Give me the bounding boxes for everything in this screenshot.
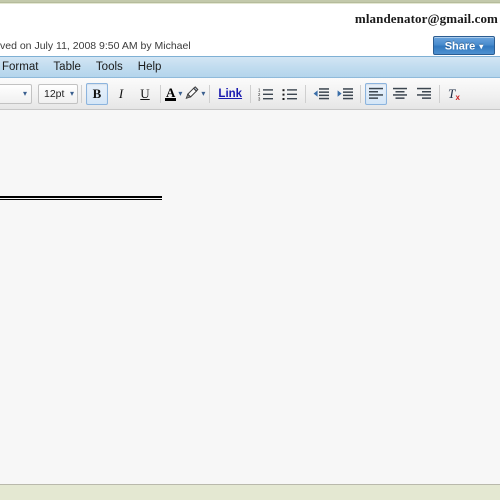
menu-item-help[interactable]: Help xyxy=(134,59,173,75)
document-canvas[interactable] xyxy=(0,110,500,485)
window-top-strip xyxy=(0,0,500,3)
google-docs-editor-window: mlandenator@gmail.com ved on July 11, 20… xyxy=(0,0,500,500)
underline-icon: U xyxy=(140,86,150,101)
indent-icon xyxy=(337,87,354,101)
outdent-icon xyxy=(313,87,330,101)
chevron-down-icon: ▾ xyxy=(201,89,206,98)
chevron-down-icon: ▾ xyxy=(22,89,27,98)
align-right-button[interactable] xyxy=(413,83,435,105)
underline-button[interactable]: U xyxy=(134,83,156,105)
align-center-icon xyxy=(392,87,408,100)
toolbar-separator xyxy=(250,84,252,103)
bulleted-list-button[interactable] xyxy=(279,83,301,105)
numbered-list-button[interactable]: 1 2 3 xyxy=(255,83,277,105)
highlight-color-button[interactable]: ▾ xyxy=(183,83,206,105)
text-color-button[interactable]: A ▾ xyxy=(164,83,183,105)
remove-formatting-button[interactable]: T x xyxy=(444,83,466,105)
toolbar-separator xyxy=(160,84,161,103)
italic-icon: I xyxy=(118,86,124,101)
indent-button[interactable] xyxy=(334,83,356,105)
chevron-down-icon: ▾ xyxy=(178,89,183,98)
chevron-down-icon: ▾ xyxy=(479,42,484,51)
numbered-list-icon: 1 2 3 xyxy=(258,87,274,101)
menu-item-format[interactable]: Format xyxy=(0,59,49,75)
bold-icon: B xyxy=(92,86,102,101)
toolbar-separator xyxy=(360,84,362,103)
menu-item-tools[interactable]: Tools xyxy=(92,59,134,75)
toolbar-separator xyxy=(305,84,307,103)
document-saved-status: ved on July 11, 2008 9:50 AM by Michael xyxy=(0,40,191,52)
share-button[interactable]: Share ▾ xyxy=(433,36,495,55)
chevron-down-icon: ▾ xyxy=(69,89,74,98)
italic-button[interactable]: I xyxy=(110,83,132,105)
toolbar-separator xyxy=(209,84,211,103)
header-zone: mlandenator@gmail.com ved on July 11, 20… xyxy=(0,4,500,56)
bulleted-list-icon xyxy=(282,87,298,101)
toolbar-separator xyxy=(81,84,82,103)
outdent-button[interactable] xyxy=(310,83,332,105)
formatting-toolbar: ▾ 12pt ▾ B I U A ▾ ▾ Link 1 2 3 T x xyxy=(0,78,500,110)
menu-bar: Format Table Tools Help xyxy=(0,56,500,78)
menu-item-table[interactable]: Table xyxy=(49,59,92,75)
svg-text:3: 3 xyxy=(258,96,261,101)
font-size-select[interactable]: 12pt ▾ xyxy=(38,83,78,104)
insert-link-button[interactable]: Link xyxy=(213,88,247,100)
share-button-label: Share xyxy=(444,40,476,53)
align-left-icon xyxy=(368,87,384,100)
font-family-select[interactable]: ▾ xyxy=(0,83,32,104)
page-bottom-background xyxy=(0,486,500,500)
remove-formatting-icon: T x xyxy=(447,86,463,101)
svg-text:x: x xyxy=(456,93,461,101)
bold-button[interactable]: B xyxy=(86,82,108,105)
text-color-icon: A xyxy=(165,84,177,101)
font-size-value: 12pt xyxy=(44,87,65,100)
horizontal-rule xyxy=(0,196,162,200)
account-email-label: mlandenator@gmail.com xyxy=(354,11,498,26)
toolbar-separator xyxy=(439,84,441,103)
highlight-color-icon xyxy=(184,86,199,101)
align-right-icon xyxy=(416,87,432,100)
align-left-button[interactable] xyxy=(365,82,388,105)
align-center-button[interactable] xyxy=(389,83,411,105)
